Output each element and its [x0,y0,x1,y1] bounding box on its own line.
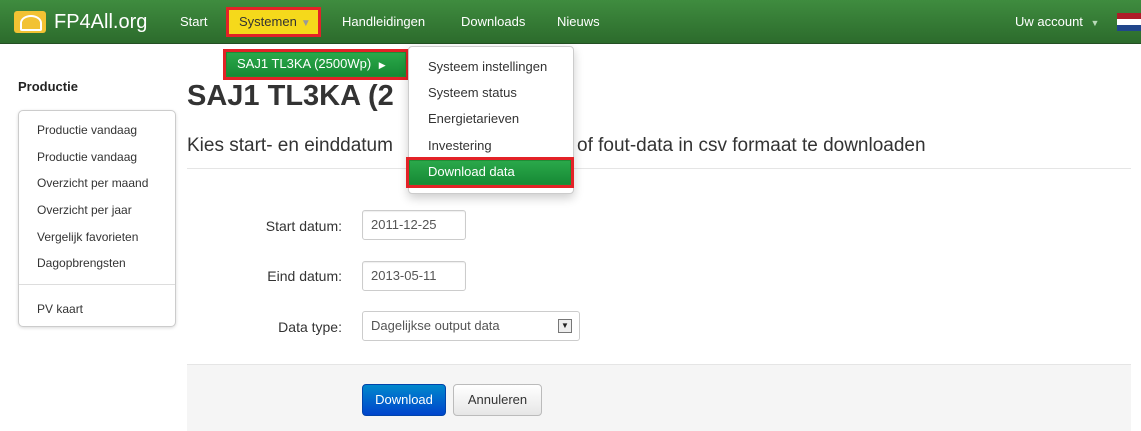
data-type-value: Dagelijkse output data [371,318,500,333]
dutch-flag-icon[interactable] [1117,13,1141,31]
sidebar-item-productie-vandaag[interactable]: Productie vandaag [37,123,137,137]
brand-logo-icon [14,11,46,33]
start-date-input[interactable]: 2011-12-25 [362,210,466,240]
system-submenu: Systeem instellingen Systeem status Ener… [406,46,574,194]
end-date-input[interactable]: 2013-05-11 [362,261,466,291]
sidebar-item-productie-vandaag-2[interactable]: Productie vandaag [37,150,137,164]
divider [187,168,1131,169]
brand[interactable]: FP4All.org [14,8,147,36]
submenu-download-data[interactable]: Download data [406,157,574,188]
submenu-systeem-status[interactable]: Systeem status [428,85,517,100]
account-menu[interactable]: Uw account ▼ [1015,0,1099,44]
sidebar-item-overzicht-maand[interactable]: Overzicht per maand [37,176,148,190]
submenu-energietarieven[interactable]: Energietarieven [428,111,519,126]
top-navbar: FP4All.org Start Systemen ▼ Handleidingen… [0,0,1141,44]
chevron-right-icon: ▶ [378,60,386,70]
chevron-down-icon: ▼ [300,18,311,29]
sidebar-title: Productie [18,79,78,94]
sidebar-item-dagopbrengsten[interactable]: Dagopbrengsten [37,256,126,270]
subtitle-right: of fout-data in csv formaat te downloade… [577,135,926,156]
chevron-down-icon[interactable]: ▼ [558,319,572,333]
sidebar-item-pv-kaart[interactable]: PV kaart [37,302,83,316]
submenu-investering[interactable]: Investering [428,138,492,153]
sidebar-panel: Productie vandaag Productie vandaag Over… [18,110,176,327]
data-type-select[interactable]: Dagelijkse output data ▼ [362,311,580,341]
cancel-button[interactable]: Annuleren [453,384,542,416]
sidebar-divider [19,284,175,285]
nav-start[interactable]: Start [180,0,207,44]
system-name: SAJ1 TL3KA (2500Wp) [237,56,372,71]
submenu-download-data-label: Download data [410,161,570,184]
subtitle-left: Kies start- en einddatum [187,135,393,156]
download-button[interactable]: Download [362,384,446,416]
chevron-down-icon: ▼ [1090,18,1100,28]
nav-downloads[interactable]: Downloads [461,0,525,44]
account-label: Uw account [1015,14,1083,29]
nav-systemen[interactable]: Systemen ▼ [226,7,321,37]
brand-name: FP4All.org [54,10,148,33]
sidebar-item-vergelijk-favorieten[interactable]: Vergelijk favorieten [37,230,138,244]
end-date-label: Eind datum: [267,268,342,284]
nav-nieuws[interactable]: Nieuws [557,0,600,44]
nav-systemen-label: Systemen [239,14,297,29]
start-date-label: Start datum: [265,218,342,234]
submenu-systeem-instellingen[interactable]: Systeem instellingen [428,59,547,74]
nav-handleidingen[interactable]: Handleidingen [342,0,425,44]
page-title: SAJ1 TL3KA (2 [187,80,394,112]
data-type-label: Data type: [278,319,342,335]
form-actions [187,364,1131,431]
systems-dropdown-item[interactable]: SAJ1 TL3KA (2500Wp) ▶ [223,49,409,80]
sidebar-item-overzicht-jaar[interactable]: Overzicht per jaar [37,203,132,217]
